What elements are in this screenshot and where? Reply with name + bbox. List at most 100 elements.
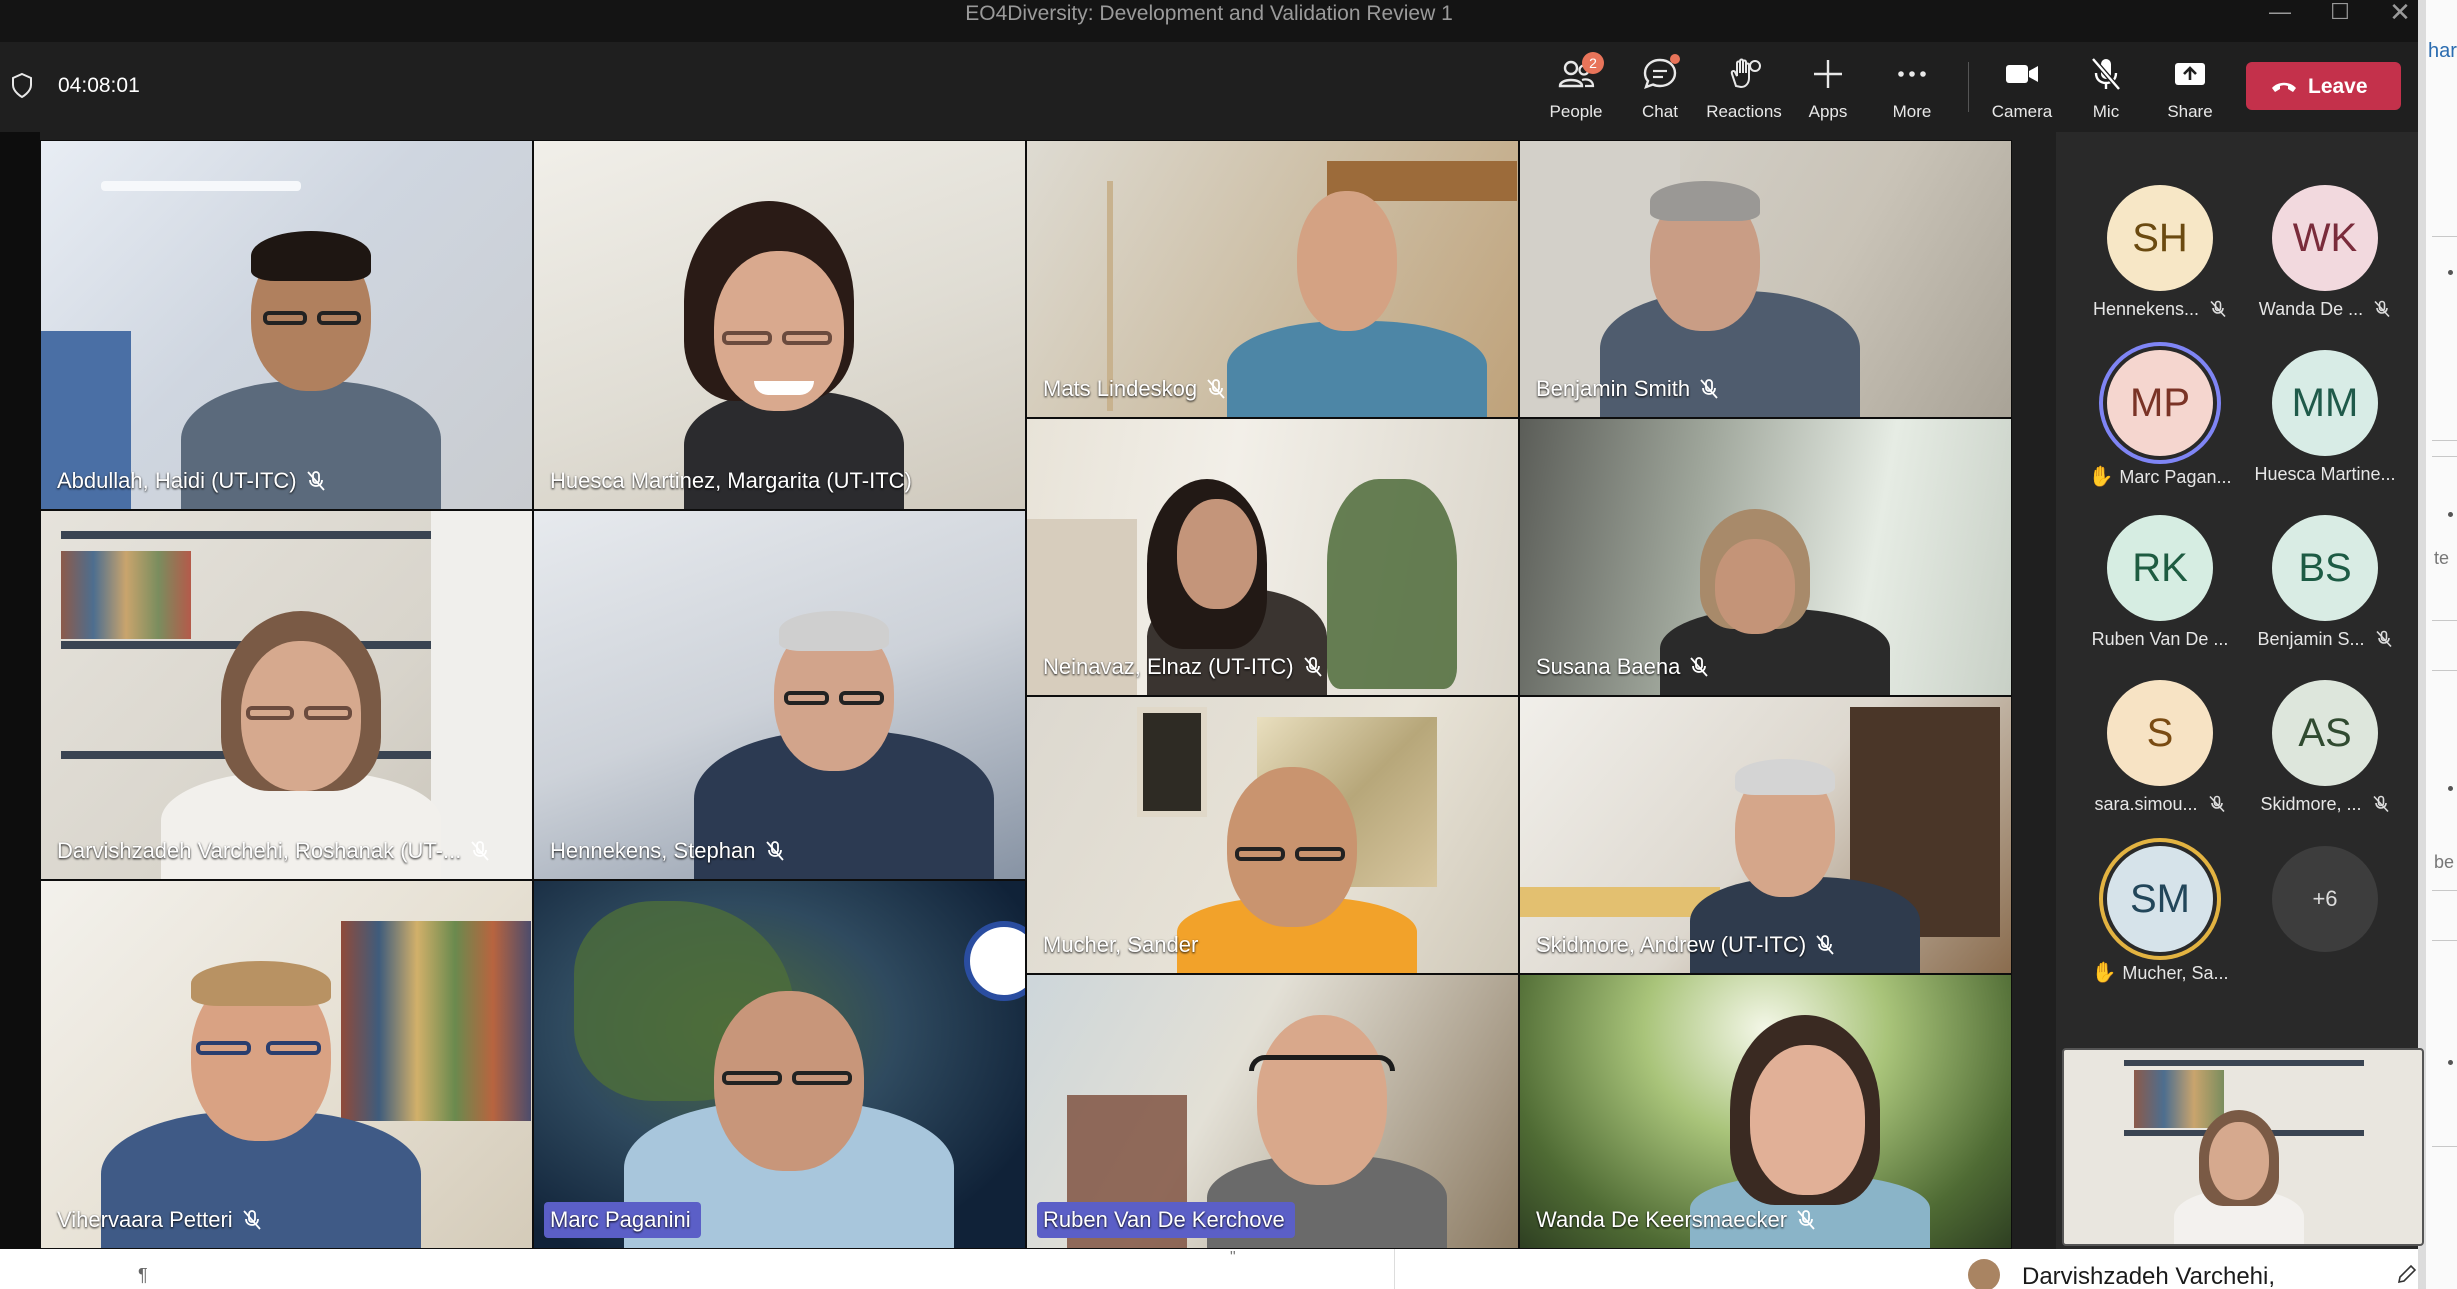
apps-button[interactable]: Apps	[1788, 50, 1868, 128]
more-participants-button[interactable]: +6	[2272, 846, 2378, 952]
pilcrow-mark: ¶	[138, 1265, 148, 1285]
participant-avatar-name: Skidmore, ...	[2260, 794, 2362, 814]
divider	[2432, 1146, 2457, 1147]
divider	[2432, 670, 2457, 671]
participant-avatar-name: Marc Pagan...	[2119, 467, 2232, 487]
share-button[interactable]: Share	[2150, 50, 2230, 128]
shield-icon	[12, 72, 32, 99]
video-tile[interactable]: Mats Lindeskog	[1026, 140, 1519, 418]
participant-avatar[interactable]: MM	[2272, 350, 2378, 456]
participant-avatar[interactable]: BS	[2272, 515, 2378, 621]
chat-button[interactable]: Chat	[1620, 50, 1700, 128]
participant-avatar-label: Hennekens...	[2075, 299, 2245, 320]
toolbar-divider	[1968, 62, 1969, 112]
edit-pencil-icon[interactable]	[2396, 1263, 2418, 1285]
more-label: More	[1892, 102, 1932, 121]
mic-off-icon	[243, 1210, 261, 1230]
camera-button[interactable]: Camera	[1982, 50, 2062, 128]
participant-avatar-name: Hennekens...	[2092, 299, 2200, 319]
participant-avatar[interactable]: AS	[2272, 680, 2378, 786]
more-button[interactable]: More	[1872, 50, 1952, 128]
minimize-icon[interactable]: —	[2250, 0, 2310, 28]
mic-off-icon	[1303, 657, 1322, 677]
divider	[2432, 890, 2457, 891]
participant-avatar-name: Benjamin S...	[2257, 629, 2365, 649]
camera-icon	[2002, 54, 2042, 94]
participant-avatar-label: sara.simou...	[2075, 794, 2245, 815]
participant-avatar-name: Wanda De ...	[2258, 299, 2364, 319]
mic-off-icon	[1816, 935, 1834, 955]
leave-label: Leave	[2308, 75, 2368, 98]
participant-name: Marc Paganini	[544, 1202, 701, 1238]
participant-name: Wanda De Keersmaecker	[1530, 1202, 1827, 1238]
participant-name: Skidmore, Andrew (UT-ITC)	[1530, 927, 1846, 963]
participant-name: Vihervaara Petteri	[51, 1202, 273, 1238]
people-count-badge: 2	[1582, 52, 1604, 74]
mic-label: Mic	[2092, 102, 2120, 121]
ellipsis-icon	[1892, 54, 1932, 94]
maximize-icon[interactable]: ☐	[2310, 0, 2370, 28]
mic-button[interactable]: Mic	[2066, 50, 2146, 128]
video-tile[interactable]: Neinavaz, Elnaz (UT-ITC)	[1026, 418, 1519, 696]
reactions-icon	[1724, 54, 1764, 94]
video-tile[interactable]: Vihervaara Petteri	[40, 880, 533, 1249]
leave-button[interactable]: Leave	[2246, 62, 2401, 110]
mic-off-icon	[765, 841, 784, 861]
participant-avatar[interactable]: MP	[2107, 350, 2213, 456]
divider	[2432, 620, 2457, 621]
video-tile[interactable]: Hennekens, Stephan	[533, 510, 1026, 880]
background-document-bar: ¶ " Darvishzadeh Varchehi,	[0, 1249, 2418, 1289]
participant-avatar-label: ✋ Marc Pagan...	[2075, 464, 2245, 489]
participant-name: Ruben Van De Kerchove	[1037, 1202, 1295, 1238]
participant-name: Mats Lindeskog	[1037, 371, 1237, 407]
plus-icon	[1808, 54, 1848, 94]
raised-hand-icon: ✋	[2091, 962, 2117, 984]
video-tile[interactable]: Ruben Van De Kerchove	[1026, 974, 1519, 1249]
participant-avatar[interactable]: SH	[2107, 185, 2213, 291]
participant-avatar-name: Mucher, Sa...	[2122, 963, 2229, 983]
video-tile[interactable]: Skidmore, Andrew (UT-ITC)	[1519, 696, 2012, 974]
people-button[interactable]: 2 People	[1536, 50, 1616, 128]
video-tile[interactable]: Susana Baena	[1519, 418, 2012, 696]
video-tile[interactable]: Abdullah, Haidi (UT-ITC)	[40, 140, 533, 510]
video-tile[interactable]: Darvishzadeh Varchehi, Roshanak (UT-...	[40, 510, 533, 880]
peek-text: har	[2428, 40, 2457, 62]
bullet-icon	[2448, 512, 2453, 517]
participant-avatar[interactable]: WK	[2272, 185, 2378, 291]
self-view-video[interactable]	[2062, 1048, 2424, 1246]
video-tile[interactable]: Marc Paganini	[533, 880, 1026, 1249]
share-icon	[2170, 54, 2210, 94]
people-label: People	[1549, 102, 1603, 121]
reactions-button[interactable]: Reactions	[1704, 50, 1784, 128]
mic-off-icon	[1700, 379, 1718, 399]
window-title: EO4Diversity: Development and Validation…	[965, 2, 1453, 25]
video-tile[interactable]: Wanda De Keersmaecker	[1519, 974, 2012, 1249]
mic-off-icon	[2374, 300, 2390, 318]
camera-label: Camera	[1991, 102, 2053, 121]
mic-off-icon	[1207, 379, 1225, 399]
participant-avatar[interactable]: SM	[2107, 846, 2213, 952]
video-tile[interactable]: Mucher, Sander	[1026, 696, 1519, 974]
participant-avatar[interactable]: RK	[2107, 515, 2213, 621]
chat-icon	[1640, 54, 1680, 94]
document-author: Darvishzadeh Varchehi,	[2022, 1263, 2276, 1289]
participant-avatar-name: sara.simou...	[2094, 794, 2198, 814]
participant-avatar-label: Benjamin S...	[2240, 629, 2410, 650]
bullet-icon	[2448, 270, 2453, 275]
chat-unread-dot	[1670, 54, 1680, 64]
mic-off-icon	[2086, 54, 2126, 94]
bullet-icon	[2448, 786, 2453, 791]
participant-avatar-label: ✋ Mucher, Sa...	[2075, 960, 2245, 985]
video-tile[interactable]: Benjamin Smith	[1519, 140, 2012, 418]
mic-off-icon	[2375, 630, 2392, 648]
participant-avatar-name: Ruben Van De ...	[2091, 629, 2229, 649]
participant-avatar[interactable]: S	[2107, 680, 2213, 786]
share-label: Share	[2167, 102, 2213, 121]
divider	[1394, 1249, 1395, 1289]
video-tile[interactable]: Huesca Martinez, Margarita (UT-ITC)	[533, 140, 1026, 510]
avatar	[1968, 1259, 2000, 1289]
chat-label: Chat	[1642, 102, 1678, 121]
divider	[2432, 236, 2457, 237]
mic-off-icon	[471, 841, 490, 861]
phone-hangup-icon	[2272, 82, 2296, 92]
